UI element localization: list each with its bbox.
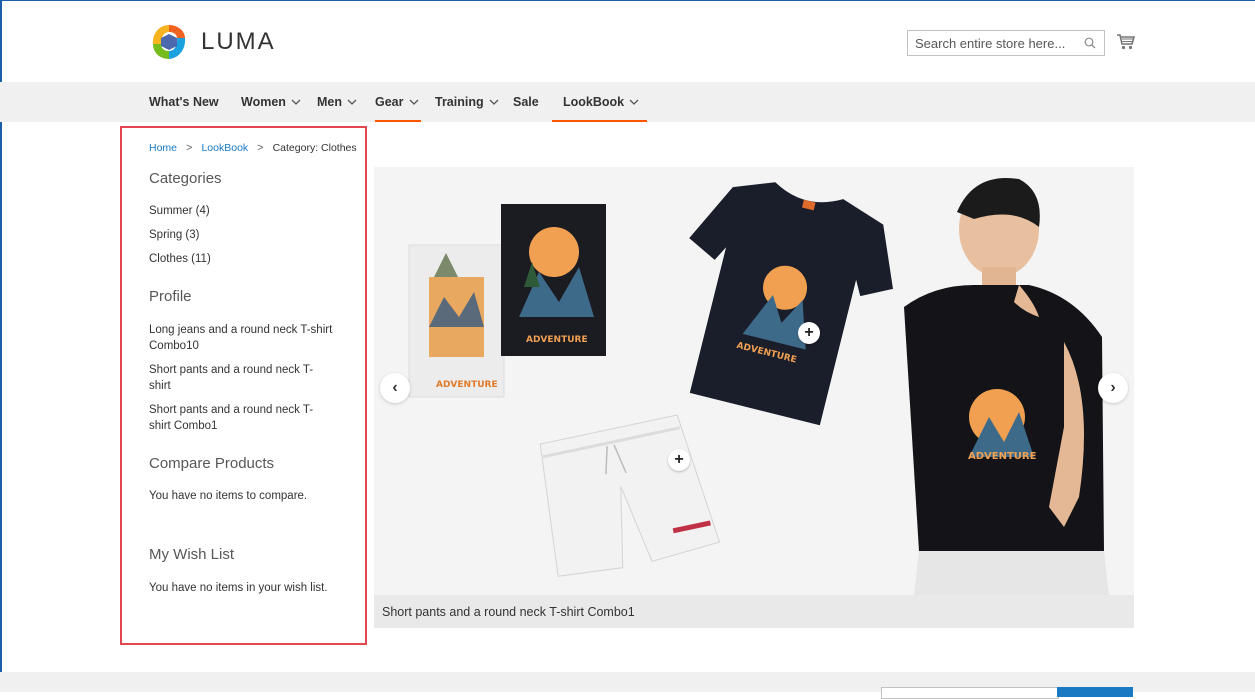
cart-icon[interactable] xyxy=(1116,33,1136,51)
lookbook-image: ADVENTURE ADVENTURE ADVENTURE ADVENTURE xyxy=(408,167,1134,595)
luma-logo-icon xyxy=(149,22,189,62)
breadcrumb: Home > LookBook > Category: Clothes xyxy=(149,142,357,154)
carousel-next-button[interactable]: › xyxy=(1098,373,1128,403)
compare-empty-text: You have no items to compare. xyxy=(149,490,308,502)
svg-text:ADVENTURE: ADVENTURE xyxy=(436,380,498,390)
profile-link[interactable]: Short pants and a round neck T-shirt xyxy=(149,362,324,394)
nav-item-training[interactable]: Training xyxy=(435,82,499,122)
chevron-down-icon xyxy=(409,99,418,105)
nav-item-whats-new[interactable]: What's New xyxy=(149,82,219,122)
nav-item-sale[interactable]: Sale xyxy=(513,82,539,122)
newsletter-input[interactable] xyxy=(881,687,1059,699)
banner-caption: Short pants and a round neck T-shirt Com… xyxy=(374,595,1134,628)
black-tshirt-folded-image: ADVENTURE xyxy=(501,204,606,356)
chevron-down-icon xyxy=(347,99,357,105)
profile-link[interactable]: Short pants and a round neck T-shirt Com… xyxy=(149,402,324,434)
nav-item-lookbook[interactable]: LookBook xyxy=(552,82,648,122)
chevron-down-icon xyxy=(629,99,639,105)
search-icon[interactable] xyxy=(1084,37,1096,49)
breadcrumb-lookbook-link[interactable]: LookBook xyxy=(201,142,248,154)
breadcrumb-separator: > xyxy=(257,142,264,154)
nav-item-gear[interactable]: Gear xyxy=(375,82,421,122)
chevron-down-icon xyxy=(489,99,499,105)
svg-text:ADVENTURE: ADVENTURE xyxy=(968,451,1037,462)
white-tshirt-image: ADVENTURE xyxy=(408,244,505,398)
search-input[interactable] xyxy=(908,34,1077,52)
breadcrumb-current: Category: Clothes xyxy=(272,142,357,154)
categories-heading: Categories xyxy=(149,170,222,187)
category-link-spring[interactable]: Spring (3) xyxy=(149,227,344,243)
chevron-down-icon xyxy=(291,99,301,105)
carousel-prev-button[interactable]: ‹ xyxy=(380,373,410,403)
window-frame-top xyxy=(0,0,1255,1)
logo[interactable]: LUMA xyxy=(149,22,276,62)
nav-item-men[interactable]: Men xyxy=(317,82,357,122)
category-link-clothes[interactable]: Clothes (11) xyxy=(149,251,344,267)
lookbook-banner: ADVENTURE ADVENTURE ADVENTURE ADVENTURE … xyxy=(374,167,1134,595)
wishlist-empty-text: You have no items in your wish list. xyxy=(149,582,328,594)
banner-caption-text: Short pants and a round neck T-shirt Com… xyxy=(382,604,635,619)
profile-heading: Profile xyxy=(149,288,192,305)
newsletter-subscribe-button[interactable] xyxy=(1057,687,1133,697)
hotspot-plus-icon[interactable]: + xyxy=(798,322,820,344)
svg-text:ADVENTURE: ADVENTURE xyxy=(526,335,588,345)
black-tshirt-flat-image: ADVENTURE xyxy=(689,182,893,426)
search-box[interactable] xyxy=(907,30,1105,56)
breadcrumb-home-link[interactable]: Home xyxy=(149,142,177,154)
wishlist-heading: My Wish List xyxy=(149,546,235,563)
category-link-summer[interactable]: Summer (4) xyxy=(149,203,344,219)
breadcrumb-separator: > xyxy=(186,142,193,154)
logo-text: LUMA xyxy=(201,28,276,55)
compare-products-heading: Compare Products xyxy=(149,455,275,472)
nav-item-women[interactable]: Women xyxy=(241,82,301,122)
hotspot-plus-icon[interactable]: + xyxy=(668,449,690,471)
model-photo: ADVENTURE xyxy=(894,167,1134,595)
profile-link[interactable]: Long jeans and a round neck T-shirt Comb… xyxy=(149,322,344,354)
main-navigation: What's New Women Men Gear Training Sale … xyxy=(0,82,1255,122)
white-shorts-image xyxy=(539,414,721,577)
